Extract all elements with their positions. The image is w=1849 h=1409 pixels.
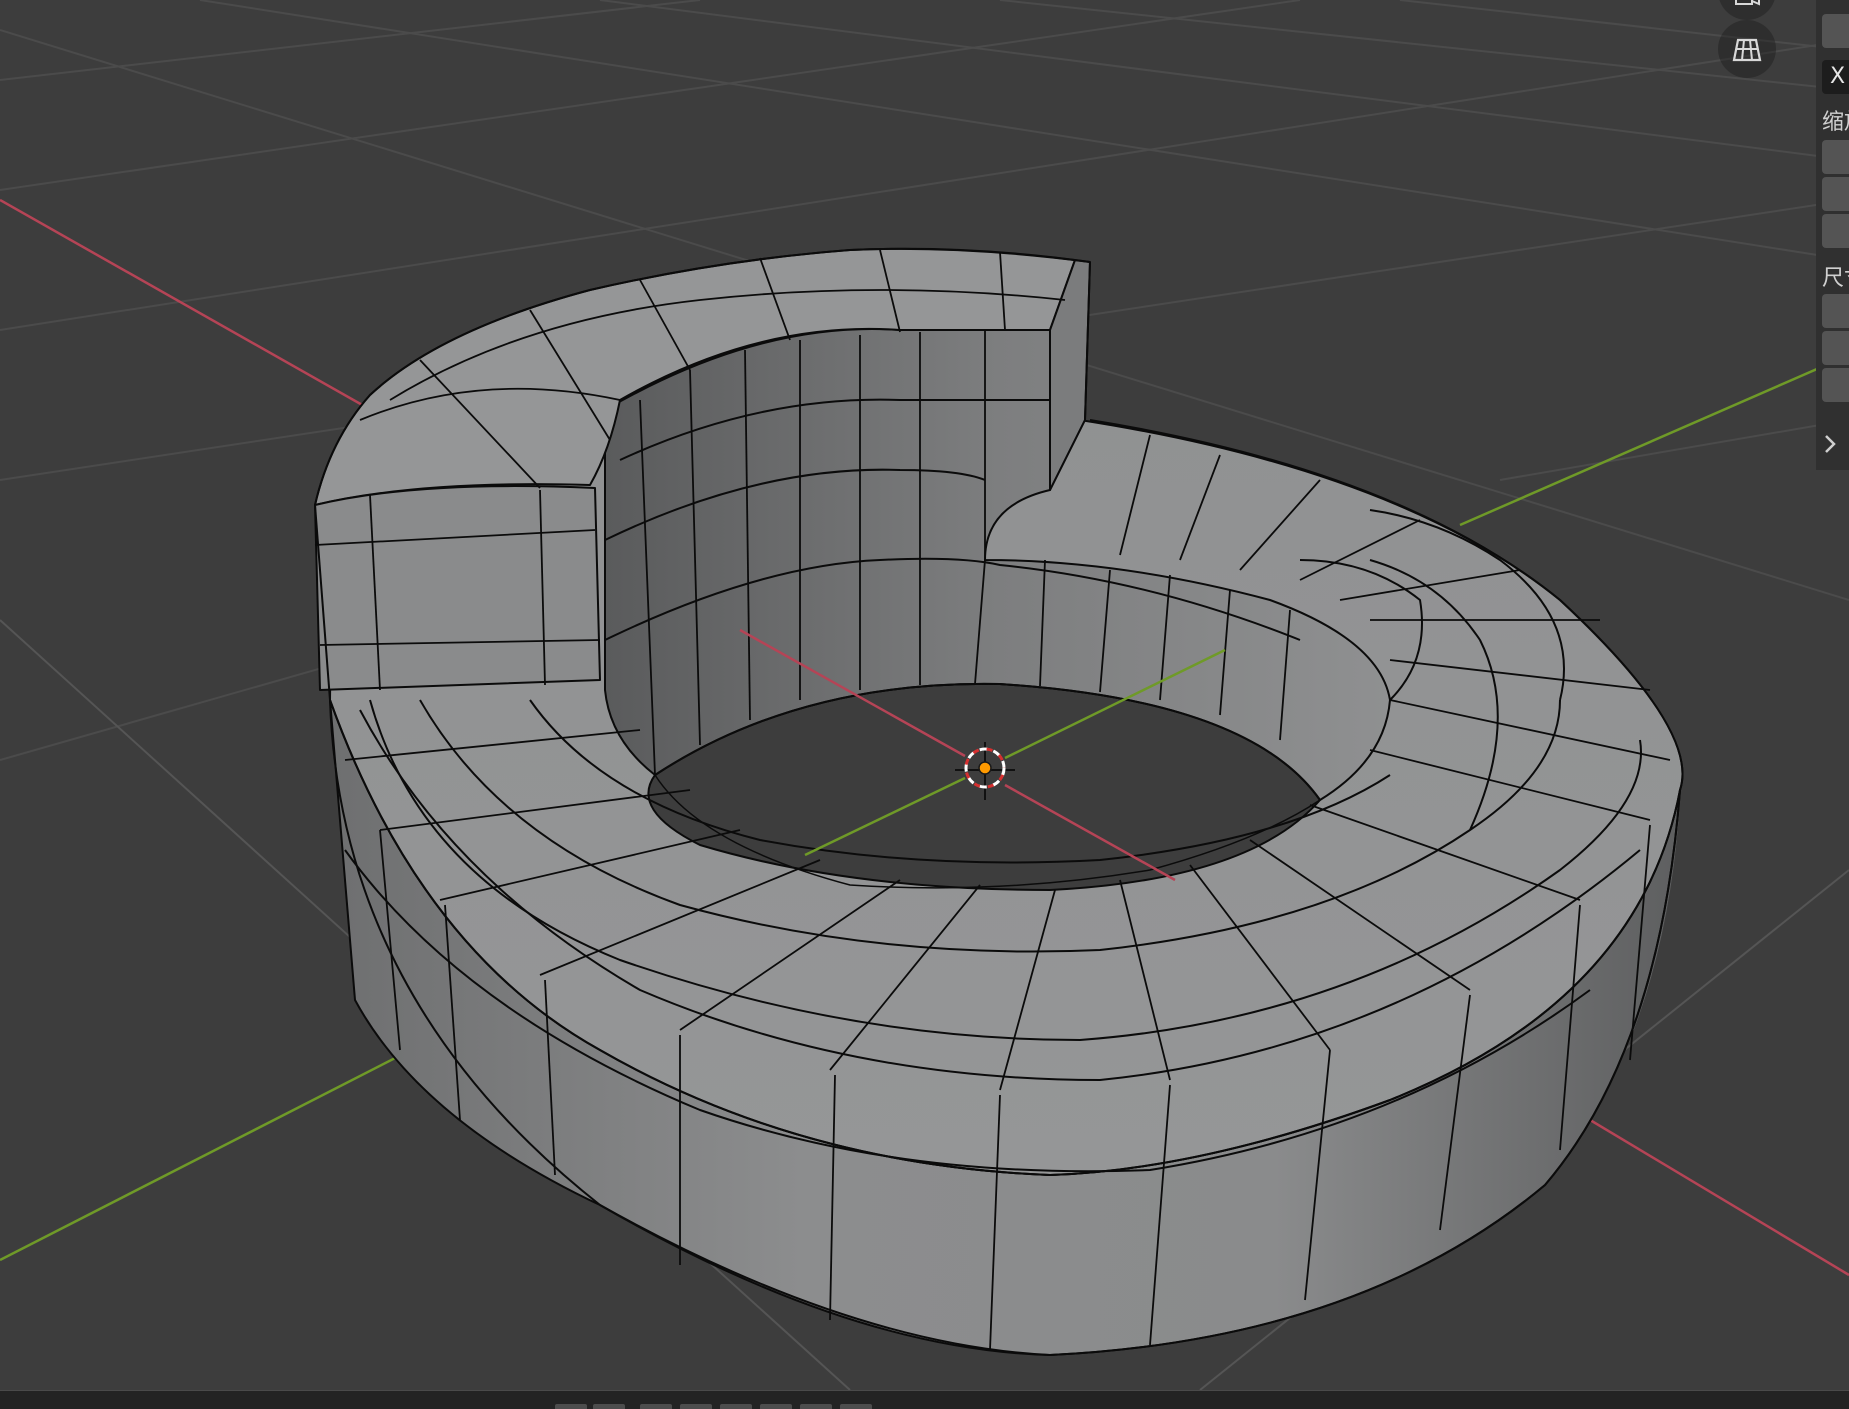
tab-stub[interactable] bbox=[555, 1404, 587, 1409]
tab-stub[interactable] bbox=[760, 1404, 792, 1409]
y-axis-line bbox=[0, 1028, 451, 1262]
scale-z-field[interactable] bbox=[1822, 214, 1849, 248]
chevron-right-icon bbox=[1825, 435, 1836, 453]
tab-stub[interactable] bbox=[720, 1404, 752, 1409]
dimension-z-field[interactable] bbox=[1822, 368, 1849, 402]
tab-stub[interactable] bbox=[800, 1404, 832, 1409]
properties-panel: X 缩放 尺寸 bbox=[1816, 0, 1849, 470]
rotation-mode-field[interactable]: X bbox=[1822, 60, 1849, 94]
y-axis-line bbox=[1459, 353, 1849, 527]
perspective-grid-icon bbox=[1732, 38, 1762, 62]
collapsed-section-toggle[interactable] bbox=[1822, 432, 1842, 458]
rotation-field-bottom[interactable] bbox=[1822, 14, 1849, 48]
dimension-y-field[interactable] bbox=[1822, 331, 1849, 365]
camera-icon bbox=[1735, 0, 1760, 6]
perspective-toggle-button[interactable] bbox=[1718, 20, 1776, 78]
x-axis-line bbox=[0, 198, 381, 417]
tab-stub[interactable] bbox=[593, 1404, 625, 1409]
scale-label: 缩放 bbox=[1822, 110, 1849, 135]
bottom-bar bbox=[0, 1390, 1849, 1409]
scale-x-field[interactable] bbox=[1822, 140, 1849, 174]
tab-stub[interactable] bbox=[840, 1404, 872, 1409]
dimensions-label: 尺寸 bbox=[1822, 266, 1849, 291]
dimension-x-field[interactable] bbox=[1822, 294, 1849, 328]
3d-viewport[interactable] bbox=[0, 0, 1849, 1390]
tab-stub[interactable] bbox=[680, 1404, 712, 1409]
axis-x-label: X bbox=[1830, 64, 1846, 89]
ring-mesh bbox=[314, 247, 1684, 1356]
tab-stub[interactable] bbox=[640, 1404, 672, 1409]
scale-y-field[interactable] bbox=[1822, 177, 1849, 211]
